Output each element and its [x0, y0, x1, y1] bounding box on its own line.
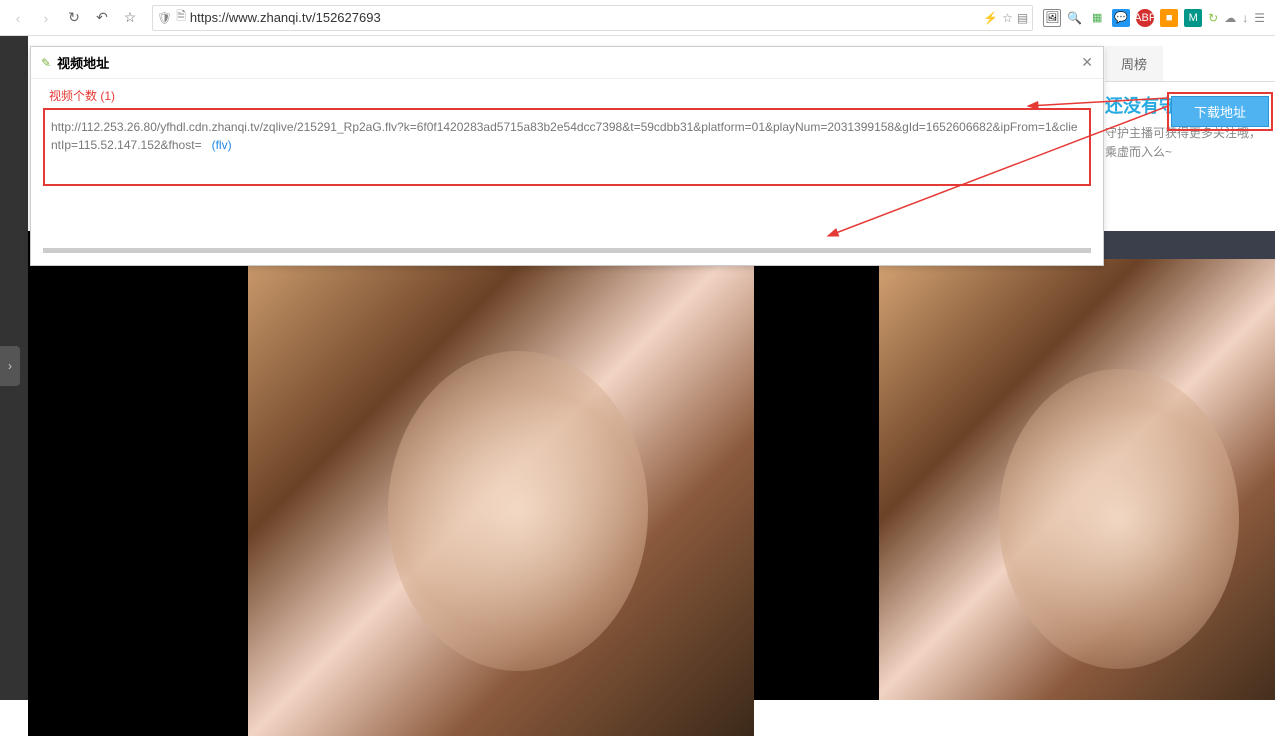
potplayer-video-frame [879, 259, 1275, 700]
cloud-ext-icon[interactable]: ☁ [1224, 11, 1236, 25]
web-video-player[interactable] [28, 231, 754, 736]
rss-icon[interactable]: ▤ [1017, 11, 1028, 25]
right-panel: 周榜 还没有守护 守护主播可获得更多关注哦， 乘虚而入么~ 下载地址 [1105, 46, 1275, 162]
browser-toolbar: ‹ › ↻ ↶ ☆ 🛡 🗎 https://www.zhanqi.tv/1526… [0, 0, 1275, 36]
guardian-sub2: 乘虚而入么~ [1105, 143, 1275, 162]
back-button[interactable]: ‹ [6, 6, 30, 30]
main-area: ✎ 视频地址 ✕ 视频个数 (1) http://112.253.26.80/y… [28, 36, 1275, 700]
download-url-button[interactable]: 下载地址 [1171, 96, 1269, 127]
shield-icon: 🛡 [157, 11, 172, 25]
potplayer-window: Potplayer ▾ VOD 215291_Rp2aG.flv [754, 231, 1275, 700]
address-bar[interactable]: 🛡 🗎 https://www.zhanqi.tv/152627693 ⚡ ☆ … [152, 5, 1033, 31]
web-video-frame [248, 231, 754, 736]
download-ext-icon[interactable]: ↓ [1242, 11, 1248, 25]
download-button-highlight: 下载地址 [1167, 92, 1273, 131]
adblock-ext-icon[interactable]: ABP [1136, 9, 1154, 27]
left-sidebar: › [0, 36, 28, 700]
video-count-label: 视频个数 (1) [49, 87, 1091, 104]
potplayer-video-area[interactable] [754, 259, 1275, 700]
grid-ext-icon[interactable]: ▦ [1088, 9, 1106, 27]
search-ext-icon[interactable]: 🔍 [1067, 11, 1082, 25]
popup-title: 视频地址 [57, 53, 1081, 72]
rank-tab-bar: 周榜 [1105, 46, 1275, 82]
menu-ext-icon[interactable]: ☰ [1254, 11, 1265, 25]
picture-ext-icon[interactable]: 🖼 [1043, 9, 1061, 27]
popup-body: 视频个数 (1) http://112.253.26.80/yfhdl.cdn.… [31, 79, 1103, 265]
page-icon: 🗎 [176, 7, 186, 28]
undo-button[interactable]: ↶ [90, 6, 114, 30]
popup-header: ✎ 视频地址 ✕ [31, 47, 1103, 79]
sidebar-expand-button[interactable]: › [0, 346, 20, 386]
close-icon[interactable]: ✕ [1081, 54, 1093, 71]
tab-weekly[interactable]: 周榜 [1105, 46, 1163, 81]
content-area: › ✎ 视频地址 ✕ 视频个数 (1) http://112.253.26.80… [0, 36, 1275, 700]
popup-scrollbar[interactable] [43, 248, 1091, 253]
video-ext-label[interactable]: (flv) [212, 138, 232, 152]
chat-ext-icon[interactable]: 💬 [1112, 9, 1130, 27]
extensions-tray: 🖼 🔍 ▦ 💬 ABP ■ M ↻ ☁ ↓ ☰ [1043, 9, 1269, 27]
flash-icon[interactable]: ⚡ [983, 11, 998, 25]
video-url-text: http://112.253.26.80/yfhdl.cdn.zhanqi.tv… [51, 120, 1078, 152]
note-ext-icon[interactable]: ■ [1160, 9, 1178, 27]
video-url-box[interactable]: http://112.253.26.80/yfhdl.cdn.zhanqi.tv… [43, 108, 1091, 186]
bookmark-star-button[interactable]: ☆ [118, 6, 142, 30]
reload-button[interactable]: ↻ [62, 6, 86, 30]
mail-ext-icon[interactable]: M [1184, 9, 1202, 27]
pencil-icon: ✎ [41, 56, 51, 70]
url-text: https://www.zhanqi.tv/152627693 [190, 10, 979, 25]
favorite-icon[interactable]: ☆ [1002, 11, 1013, 25]
forward-button[interactable]: › [34, 6, 58, 30]
video-url-popup: ✎ 视频地址 ✕ 视频个数 (1) http://112.253.26.80/y… [30, 46, 1104, 266]
sync-ext-icon[interactable]: ↻ [1208, 11, 1218, 25]
